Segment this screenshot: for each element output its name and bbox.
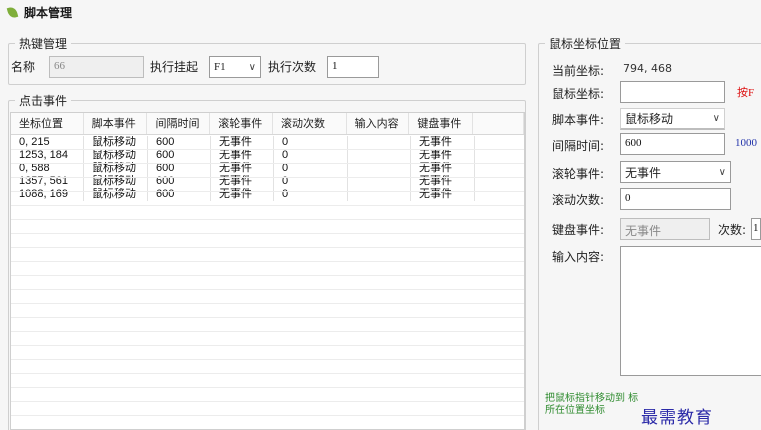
wheel-event-select[interactable]: 无事件 ∨ [620, 161, 731, 183]
count-field[interactable]: 1 [327, 56, 379, 78]
coord-label: 鼠标坐标: [552, 87, 605, 101]
cell-input [348, 188, 411, 201]
chevron-down-icon: ∨ [718, 166, 726, 178]
current-coord-label: 当前坐标: [552, 64, 605, 78]
scroll-count-label: 滚动次数: [552, 193, 605, 207]
cell-script-event: 鼠标移动 [84, 188, 148, 201]
column-header[interactable]: 输入内容 [347, 113, 410, 134]
coord-field[interactable] [620, 81, 725, 103]
input-content-label: 输入内容: [552, 250, 605, 264]
cell-script-event: 鼠标移动 [84, 162, 148, 175]
key-count-label: 次数: [718, 223, 747, 237]
key-event-label: 键盘事件: [552, 223, 605, 237]
cell-scroll-count: 0 [274, 188, 348, 201]
column-header[interactable]: 滚轮事件 [210, 113, 273, 134]
script-event-select[interactable]: 鼠标移动 ∨ [620, 108, 725, 130]
wheel-event-label: 滚轮事件: [552, 167, 605, 181]
cell-coord: 1088, 169 [11, 188, 84, 201]
cell-interval: 600 [148, 149, 211, 162]
wheel-event-value: 无事件 [625, 165, 662, 180]
trigger-select[interactable]: F1 ∨ [209, 56, 261, 78]
cell-key-event: 无事件 [411, 188, 475, 201]
chevron-down-icon: ∨ [712, 113, 720, 124]
cell-input [348, 162, 411, 175]
coord-hint: 按F [737, 87, 755, 99]
column-header[interactable]: 脚本事件 [84, 113, 148, 134]
name-field[interactable]: 66 [49, 56, 144, 78]
pointer-hint: 把鼠标指针移动到 标所在位置坐标 [545, 393, 639, 416]
table-row[interactable]: 0, 588 鼠标移动 600 无事件 0 无事件 [11, 162, 524, 175]
cell-scroll-count: 0 [274, 136, 348, 149]
cell-key-event: 无事件 [411, 136, 475, 149]
cell-scroll-count: 0 [274, 162, 348, 175]
table-header: 坐标位置 脚本事件 间隔时间 滚轮事件 滚动次数 输入内容 键盘事件 [11, 113, 524, 135]
trigger-value: F1 [214, 61, 226, 73]
cell-key-event: 无事件 [411, 175, 475, 188]
name-label: 名称 [11, 60, 36, 74]
script-event-label: 脚本事件: [552, 113, 605, 127]
table-body: 0, 215 鼠标移动 600 无事件 0 无事件 1253, 184 鼠标移动… [11, 135, 524, 201]
watermark: 最需教育 [641, 408, 713, 428]
cell-wheel-event: 无事件 [211, 175, 274, 188]
column-header[interactable]: 间隔时间 [147, 113, 211, 134]
mouse-legend: 鼠标坐标位置 [545, 35, 626, 52]
scroll-count-field[interactable]: 0 [620, 188, 731, 210]
cell-input [348, 136, 411, 149]
window-title: 脚本管理 [24, 5, 73, 20]
cell-scroll-count: 0 [274, 149, 348, 162]
table-row[interactable]: 1088, 169 鼠标移动 600 无事件 0 无事件 [11, 188, 524, 201]
table-row[interactable]: 1357, 561 鼠标移动 600 无事件 0 无事件 [11, 175, 524, 188]
column-header-filler [473, 113, 524, 134]
leaf-icon [6, 5, 19, 19]
cell-interval: 600 [148, 188, 211, 201]
chevron-down-icon: ∨ [248, 61, 256, 73]
table-row[interactable]: 1253, 184 鼠标移动 600 无事件 0 无事件 [11, 149, 524, 162]
cell-coord: 1253, 184 [11, 149, 84, 162]
cell-wheel-event: 无事件 [211, 162, 274, 175]
input-content-textarea[interactable] [620, 246, 761, 376]
trigger-label: 执行挂起 [150, 60, 199, 74]
script-event-value: 鼠标移动 [625, 112, 674, 126]
cell-script-event: 鼠标移动 [84, 175, 148, 188]
key-event-field: 无事件 [620, 218, 710, 240]
count-label: 执行次数 [268, 60, 317, 74]
cell-key-event: 无事件 [411, 149, 475, 162]
cell-interval: 600 [148, 175, 211, 188]
interval-field[interactable]: 600 [620, 133, 725, 155]
cell-wheel-event: 无事件 [211, 149, 274, 162]
column-header[interactable]: 键盘事件 [409, 113, 474, 134]
key-count-field[interactable]: 1 [751, 218, 761, 240]
cell-input [348, 175, 411, 188]
cell-wheel-event: 无事件 [211, 136, 274, 149]
cell-input [348, 149, 411, 162]
cell-key-event: 无事件 [411, 162, 475, 175]
cell-coord: 1357, 561 [11, 175, 84, 188]
events-legend: 点击事件 [15, 92, 72, 109]
cell-interval: 600 [148, 136, 211, 149]
column-header[interactable]: 滚动次数 [273, 113, 347, 134]
current-coord-value: 794, 468 [623, 62, 672, 75]
cell-scroll-count: 0 [274, 175, 348, 188]
cell-interval: 600 [148, 162, 211, 175]
cell-script-event: 鼠标移动 [84, 136, 148, 149]
interval-label: 间隔时间: [552, 139, 605, 153]
cell-coord: 0, 215 [11, 136, 84, 149]
cell-coord: 0, 588 [11, 162, 84, 175]
cell-script-event: 鼠标移动 [84, 149, 148, 162]
events-table[interactable]: 坐标位置 脚本事件 间隔时间 滚轮事件 滚动次数 输入内容 键盘事件 0, 21… [10, 112, 525, 430]
cell-wheel-event: 无事件 [211, 188, 274, 201]
table-row[interactable]: 0, 215 鼠标移动 600 无事件 0 无事件 [11, 136, 524, 149]
column-header[interactable]: 坐标位置 [11, 113, 84, 134]
interval-hint: 1000 [735, 137, 757, 149]
window-title-bar: 脚本管理 [0, 0, 761, 24]
hotkey-legend: 热键管理 [15, 35, 72, 52]
